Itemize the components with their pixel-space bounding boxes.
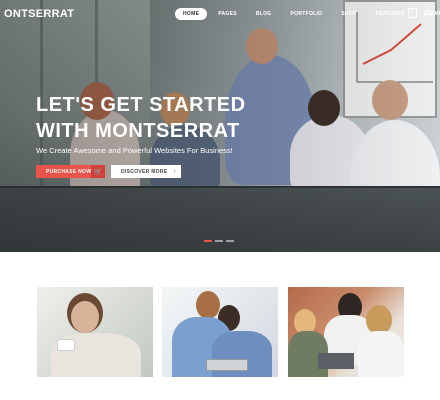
cart-count: 0 [411,10,414,16]
person-body [358,331,404,377]
cart-icon[interactable]: 🛒 [91,165,105,178]
nav-item-blog[interactable]: BLOG [248,8,280,20]
slider-pagination [204,240,234,242]
slider-dot[interactable] [204,240,212,242]
person-face [71,301,99,333]
laptop [206,359,248,371]
main-menu: HOME PAGES BLOG PORTFOLIO SHOP FEATURES … [175,8,440,20]
card-image-woman-with-coffee[interactable] [37,287,153,377]
arrow-right-icon[interactable]: › [168,165,181,178]
search-icon[interactable] [424,9,432,17]
slider-dot[interactable] [226,240,234,242]
coffee-cup [57,339,75,351]
feature-cards [37,287,404,377]
hero-headline-line1: LET'S GET STARTED [36,94,246,116]
hero-headline: LET'S GET STARTED WITH MONTSERRAT [36,92,246,144]
site-logo[interactable]: ONTSERRAT [4,8,74,20]
person-head [196,291,220,319]
card-image-coworkers-laptop[interactable] [162,287,278,377]
bag-icon[interactable]: 0 [408,8,417,18]
nav-item-portfolio[interactable]: PORTFOLIO [283,8,331,20]
nav-item-shop[interactable]: SHOP [333,8,364,20]
laptop [318,353,354,369]
top-navigation: ONTSERRAT HOME PAGES BLOG PORTFOLIO SHOP… [0,0,440,28]
card-image-team-meeting[interactable] [288,287,404,377]
hero-slider: ONTSERRAT HOME PAGES BLOG PORTFOLIO SHOP… [0,0,440,252]
hero-headline-line2: WITH MONTSERRAT [36,120,240,142]
nav-item-home[interactable]: HOME [175,8,208,20]
nav-item-features[interactable]: FEATURES [368,8,413,20]
hero-subline: We Create Awesome and Powerful Websites … [36,146,233,155]
slider-dot[interactable] [215,240,223,242]
nav-item-pages[interactable]: PAGES [210,8,245,20]
